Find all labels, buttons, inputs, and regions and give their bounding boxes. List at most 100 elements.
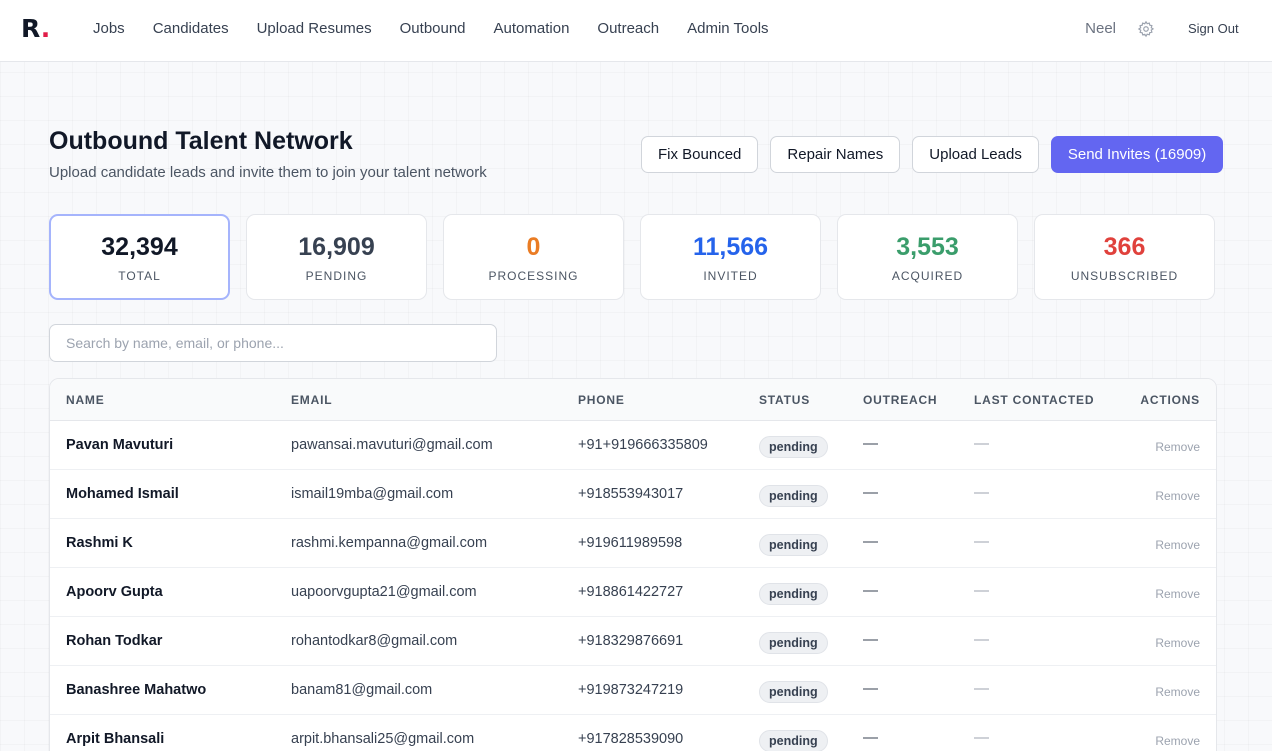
lead-phone: +91+919666335809 xyxy=(578,437,708,453)
top-nav: R. Jobs Candidates Upload Resumes Outbou… xyxy=(0,0,1272,62)
table-row[interactable]: Apoorv Gupta uapoorvgupta21@gmail.com +918… xyxy=(50,568,1216,617)
last-contacted-value: — xyxy=(974,631,989,648)
lead-name: Rohan Todkar xyxy=(66,633,163,649)
remove-button[interactable]: Remove xyxy=(1155,538,1200,552)
stat-value: 366 xyxy=(1103,233,1146,261)
upload-leads-button[interactable]: Upload Leads xyxy=(912,136,1039,173)
lead-phone: +918553943017 xyxy=(578,486,684,502)
leads-table: NAME EMAIL PHONE STATUS OUTREACH LAST CO… xyxy=(49,378,1217,751)
nav-links: Jobs Candidates Upload Resumes Outbound … xyxy=(93,20,769,38)
column-header-name[interactable]: NAME xyxy=(66,393,105,407)
repair-names-button[interactable]: Repair Names xyxy=(770,136,901,173)
nav-link-admin-tools[interactable]: Admin Tools xyxy=(687,20,768,38)
lead-email: banam81@gmail.com xyxy=(291,682,433,698)
column-header-outreach[interactable]: OUTREACH xyxy=(863,393,937,407)
table-row[interactable]: Arpit Bhansali arpit.bhansali25@gmail.com… xyxy=(50,715,1216,751)
nav-link-outbound[interactable]: Outbound xyxy=(400,20,466,38)
stat-value: 3,553 xyxy=(896,233,959,261)
status-badge: pending xyxy=(759,485,828,507)
nav-link-automation[interactable]: Automation xyxy=(494,20,570,38)
column-header-last-contacted[interactable]: LAST CONTACTED xyxy=(974,393,1094,407)
stat-card-pending[interactable]: 16,909 PENDING xyxy=(246,214,427,300)
remove-button[interactable]: Remove xyxy=(1155,636,1200,650)
status-badge: pending xyxy=(759,730,828,751)
status-badge: pending xyxy=(759,632,828,654)
remove-button[interactable]: Remove xyxy=(1155,734,1200,748)
stat-card-total[interactable]: 32,394 TOTAL xyxy=(49,214,230,300)
last-contacted-value: — xyxy=(974,435,989,452)
outreach-value: — xyxy=(863,631,878,648)
stat-value: 16,909 xyxy=(298,233,375,261)
last-contacted-value: — xyxy=(974,484,989,501)
column-header-actions: ACTIONS xyxy=(1140,393,1200,407)
lead-email: ismail19mba@gmail.com xyxy=(291,486,454,502)
table-row[interactable]: Banashree Mahatwo banam81@gmail.com +91987… xyxy=(50,666,1216,715)
table-row[interactable]: Mohamed Ismail ismail19mba@gmail.com +9185… xyxy=(50,470,1216,519)
stat-label: TOTAL xyxy=(118,269,161,283)
status-badge: pending xyxy=(759,436,828,458)
lead-phone: +917828539090 xyxy=(578,731,684,747)
lead-email: arpit.bhansali25@gmail.com xyxy=(291,731,475,747)
lead-name: Mohamed Ismail xyxy=(66,486,179,502)
lead-name: Apoorv Gupta xyxy=(66,584,163,600)
outreach-value: — xyxy=(863,582,878,599)
nav-link-outreach[interactable]: Outreach xyxy=(597,20,659,38)
remove-button[interactable]: Remove xyxy=(1155,685,1200,699)
lead-phone: +919611989598 xyxy=(578,535,683,551)
column-header-status[interactable]: STATUS xyxy=(759,393,810,407)
nav-link-jobs[interactable]: Jobs xyxy=(93,20,125,38)
table-header: NAME EMAIL PHONE STATUS OUTREACH LAST CO… xyxy=(50,379,1216,421)
table-row[interactable]: Rohan Todkar rohantodkar8@gmail.com +91832… xyxy=(50,617,1216,666)
gear-icon[interactable] xyxy=(1137,20,1155,38)
status-badge: pending xyxy=(759,583,828,605)
stat-label: ACQUIRED xyxy=(891,269,964,283)
lead-phone: +918861422727 xyxy=(578,584,684,600)
lead-name: Arpit Bhansali xyxy=(66,731,165,747)
fix-bounced-button[interactable]: Fix Bounced xyxy=(641,136,759,173)
remove-button[interactable]: Remove xyxy=(1155,587,1200,601)
column-header-phone[interactable]: PHONE xyxy=(578,393,625,407)
lead-email: rashmi.kempanna@gmail.com xyxy=(291,535,488,551)
stat-card-unsubscribed[interactable]: 366 UNSUBSCRIBED xyxy=(1034,214,1215,300)
remove-button[interactable]: Remove xyxy=(1155,440,1200,454)
stat-value: 11,566 xyxy=(692,233,769,261)
nav-link-upload-resumes[interactable]: Upload Resumes xyxy=(257,20,372,38)
lead-phone: +919873247219 xyxy=(578,682,684,698)
sign-out-button[interactable]: Sign Out xyxy=(1188,21,1239,36)
stat-label: INVITED xyxy=(703,269,758,283)
column-header-email[interactable]: EMAIL xyxy=(291,393,332,407)
stats-row: 32,394 TOTAL 16,909 PENDING 0 PROCESSING… xyxy=(49,214,1215,300)
user-name: Neel xyxy=(1085,20,1116,37)
stat-value: 0 xyxy=(526,233,541,261)
table-row[interactable]: Rashmi K rashmi.kempanna@gmail.com +919611… xyxy=(50,519,1216,568)
outreach-value: — xyxy=(863,435,878,452)
header-actions: Fix Bounced Repair Names Upload Leads Se… xyxy=(641,136,1224,173)
outreach-value: — xyxy=(863,533,878,550)
last-contacted-value: — xyxy=(974,533,989,550)
lead-name: Rashmi K xyxy=(66,535,133,551)
lead-email: pawansai.mavuturi@gmail.com xyxy=(291,437,493,453)
stat-label: PENDING xyxy=(305,269,368,283)
status-badge: pending xyxy=(759,534,828,556)
page-subtitle: Upload candidate leads and invite them t… xyxy=(49,164,487,181)
outreach-value: — xyxy=(863,484,878,501)
lead-phone: +918329876691 xyxy=(578,633,684,649)
stat-label: UNSUBSCRIBED xyxy=(1070,269,1179,283)
outreach-value: — xyxy=(863,680,878,697)
stat-card-invited[interactable]: 11,566 INVITED xyxy=(640,214,821,300)
page-title: Outbound Talent Network xyxy=(49,127,353,155)
stat-card-acquired[interactable]: 3,553 ACQUIRED xyxy=(837,214,1018,300)
outreach-value: — xyxy=(863,729,878,746)
logo[interactable]: R. xyxy=(21,15,50,43)
lead-name: Banashree Mahatwo xyxy=(66,682,207,698)
table-row[interactable]: Pavan Mavuturi pawansai.mavuturi@gmail.co… xyxy=(50,421,1216,470)
last-contacted-value: — xyxy=(974,680,989,697)
stat-card-processing[interactable]: 0 PROCESSING xyxy=(443,214,624,300)
remove-button[interactable]: Remove xyxy=(1155,489,1200,503)
lead-email: uapoorvgupta21@gmail.com xyxy=(291,584,477,600)
nav-link-candidates[interactable]: Candidates xyxy=(153,20,229,38)
stat-label: PROCESSING xyxy=(488,269,579,283)
last-contacted-value: — xyxy=(974,582,989,599)
send-invites-button[interactable]: Send Invites (16909) xyxy=(1050,136,1224,173)
search-input[interactable] xyxy=(49,324,497,362)
